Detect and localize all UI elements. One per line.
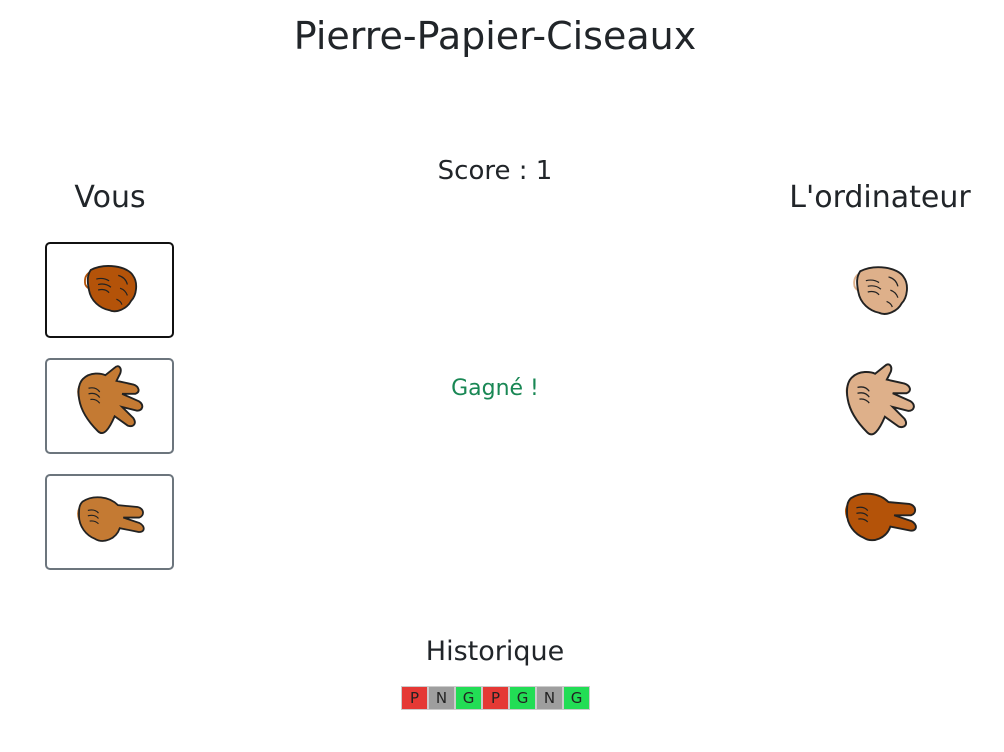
page-title: Pierre-Papier-Ciseaux — [293, 14, 697, 58]
history-entry: P — [401, 686, 428, 710]
score-label: Score — [437, 156, 511, 186]
computer-choice-scissors — [820, 472, 940, 568]
history-entry: P — [482, 686, 509, 710]
history-entry: G — [455, 686, 482, 710]
choose-paper-button[interactable] — [45, 358, 174, 454]
history-entry: N — [428, 686, 455, 710]
history-strip: PNGPGNG — [401, 686, 590, 710]
scissors-hand-icon — [68, 491, 152, 553]
scissors-hand-icon — [835, 487, 925, 553]
rock-fist-icon — [78, 262, 142, 318]
rock-fist-icon — [847, 263, 913, 321]
score-display: Score : 1 — [0, 156, 990, 186]
score-separator: : — [510, 156, 536, 186]
computer-choice-paper — [820, 358, 940, 454]
choose-scissors-button[interactable] — [45, 474, 174, 570]
history-entry: G — [563, 686, 590, 710]
history-entry: G — [509, 686, 536, 710]
choose-rock-button[interactable] — [45, 242, 174, 338]
computer-choice-rock — [820, 244, 940, 340]
history-title: Historique — [425, 636, 565, 667]
history-entry: N — [536, 686, 563, 710]
score-value: 1 — [535, 156, 553, 186]
paper-hand-icon — [836, 362, 924, 450]
